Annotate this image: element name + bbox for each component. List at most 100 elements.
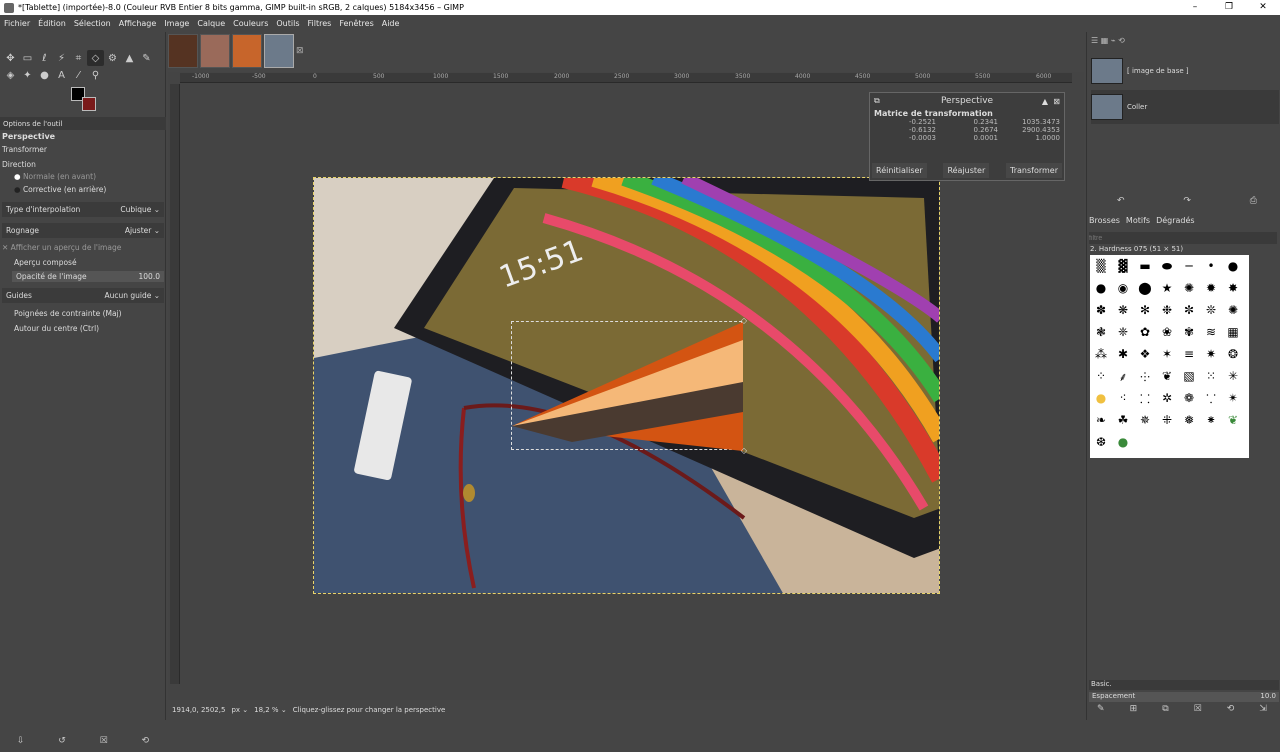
brush-item[interactable]: ✶ — [1156, 343, 1178, 365]
brush-item[interactable]: • — [1200, 255, 1222, 277]
brush-item[interactable]: ❈ — [1112, 321, 1134, 343]
image-tab-4[interactable] — [264, 34, 294, 68]
crop-select[interactable]: Rognage Ajuster ⌄ — [2, 223, 164, 238]
close-button[interactable]: ✕ — [1246, 0, 1280, 15]
composite-checkbox[interactable]: Aperçu composé — [14, 258, 77, 267]
ink-icon[interactable]: ● — [36, 67, 53, 83]
direction-normal-radio[interactable]: ● Normale (en avant) — [14, 172, 96, 181]
brush-item[interactable]: ✸ — [1222, 277, 1244, 299]
brush-item[interactable]: ≡ — [1178, 343, 1200, 365]
interpolation-select[interactable]: Type d'interpolation Cubique ⌄ — [2, 202, 164, 217]
menu-affichage[interactable]: Affichage — [115, 19, 161, 28]
brush-item[interactable]: ❋ — [1112, 299, 1134, 321]
color-picker-icon[interactable]: ⁄ — [70, 67, 87, 83]
delete-brush-icon[interactable]: ☒ — [1194, 704, 1202, 714]
brush-item[interactable]: ✴ — [1222, 387, 1244, 409]
brush-item[interactable]: ❦ — [1222, 409, 1244, 431]
close-tab-icon[interactable]: ⊠ — [296, 46, 304, 72]
brush-item[interactable]: ❊ — [1200, 299, 1222, 321]
brush-item[interactable]: ● — [1090, 277, 1112, 299]
constrain-checkbox[interactable]: Poignées de contrainte (Maj) — [14, 309, 122, 318]
brush-item[interactable]: ⁕ — [1200, 409, 1222, 431]
brush-item[interactable]: ▓ — [1112, 255, 1134, 277]
transform-button[interactable]: Transformer — [1005, 163, 1062, 178]
brush-item[interactable]: ⁜ — [1156, 409, 1178, 431]
perspective-preview[interactable]: ◇ ◇ — [511, 316, 747, 455]
brush-item[interactable]: ▒ — [1090, 255, 1112, 277]
crop-icon[interactable]: ⌗ — [70, 50, 87, 66]
brush-item[interactable]: ≋ — [1200, 321, 1222, 343]
close-icon[interactable]: ⊠ — [1053, 97, 1060, 106]
brush-item[interactable]: ☘ — [1112, 409, 1134, 431]
brush-item[interactable]: ⬤ — [1134, 277, 1156, 299]
pin-icon[interactable]: ▲ — [1042, 97, 1048, 106]
image-tab-2[interactable] — [200, 34, 230, 68]
eraser-icon[interactable]: ◈ — [2, 67, 19, 83]
layer-item[interactable]: Coller — [1091, 90, 1279, 124]
menu-calque[interactable]: Calque — [193, 19, 229, 28]
brush-item[interactable]: ⁘ — [1090, 365, 1112, 387]
duplicate-brush-icon[interactable]: ⧉ — [1162, 704, 1168, 714]
brush-item[interactable]: ❆ — [1090, 431, 1112, 453]
zoom-icon[interactable]: ⚲ — [87, 67, 104, 83]
move-tool-icon[interactable]: ✥ — [2, 50, 19, 66]
layers-tab-icons[interactable]: ☰ ▦ ⌁ ⟲ — [1091, 36, 1125, 45]
brush-item[interactable]: ⁖ — [1112, 387, 1134, 409]
brush-item[interactable]: ⸙ — [1112, 365, 1134, 387]
direction-corrective-radio[interactable]: ● Corrective (en arrière) — [14, 185, 106, 194]
brush-item[interactable]: ❅ — [1178, 409, 1200, 431]
menu-couleurs[interactable]: Couleurs — [229, 19, 272, 28]
brush-icon[interactable]: ✎ — [138, 50, 155, 66]
brush-item[interactable]: ❦ — [1156, 365, 1178, 387]
brush-item[interactable]: ● — [1112, 431, 1134, 453]
delete-options-icon[interactable]: ☒ — [100, 736, 108, 746]
brush-item[interactable]: ✻ — [1134, 299, 1156, 321]
minimize-button[interactable]: – — [1178, 0, 1212, 15]
new-brush-icon[interactable]: ⊞ — [1130, 704, 1138, 714]
spacing-slider[interactable]: Espacement 10.0 — [1089, 692, 1279, 702]
brush-item[interactable]: ✳ — [1222, 365, 1244, 387]
brush-item[interactable]: ❁ — [1178, 387, 1200, 409]
redo-icon[interactable]: ↷ — [1183, 196, 1191, 206]
brush-grid[interactable]: ▒ ▓ ▬ ⬬ ─ • ● ● ◉ ⬤ ★ ✺ ✹ ✸ ✽ ❋ ✻ ❉ ✼ ❊ ✺ ❃ ❈ ✿ ❀ ✾ ≋ ▦ ⁂ ✱ ❖ ✶ ≡ ✷ ❂ … — [1090, 255, 1249, 458]
tab-brushes[interactable]: Brosses — [1089, 216, 1120, 225]
reset-button[interactable]: Réinitialiser — [872, 163, 927, 178]
brush-item[interactable]: ● — [1090, 387, 1112, 409]
brush-item[interactable]: ❖ — [1134, 343, 1156, 365]
zoom-select[interactable]: 18,2 % ⌄ — [254, 706, 287, 714]
brush-item[interactable]: ⁂ — [1090, 343, 1112, 365]
brush-item[interactable]: ⁙ — [1200, 365, 1222, 387]
restore-options-icon[interactable]: ↺ — [58, 736, 66, 746]
rect-select-icon[interactable]: ▭ — [19, 50, 36, 66]
lasso-icon[interactable]: ℓ — [36, 50, 53, 66]
layer-item[interactable]: [ image de base ] — [1091, 54, 1279, 88]
brush-item[interactable]: ❀ — [1156, 321, 1178, 343]
brush-item[interactable]: ─ — [1178, 255, 1200, 277]
show-preview-checkbox[interactable]: ✕ Afficher un aperçu de l'image — [2, 243, 121, 252]
tab-patterns[interactable]: Motifs — [1126, 216, 1150, 225]
tool-options-tab[interactable]: Options de l'outil — [0, 117, 166, 130]
image-tab-1[interactable] — [168, 34, 198, 68]
brush-item[interactable]: ▦ — [1222, 321, 1244, 343]
brush-item[interactable]: ✽ — [1090, 299, 1112, 321]
menu-edition[interactable]: Édition — [34, 19, 70, 28]
undo-icon[interactable]: ↶ — [1117, 196, 1125, 206]
brush-item[interactable]: ◉ — [1112, 277, 1134, 299]
menu-image[interactable]: Image — [160, 19, 193, 28]
brush-item[interactable]: ▧ — [1178, 365, 1200, 387]
guides-select[interactable]: Guides Aucun guide ⌄ — [2, 288, 164, 303]
airbrush-icon[interactable]: ✦ — [19, 67, 36, 83]
perspective-tool-icon[interactable]: ◇ — [87, 50, 104, 66]
readjust-button[interactable]: Réajuster — [943, 163, 990, 178]
refresh-brushes-icon[interactable]: ⟲ — [1227, 704, 1235, 714]
brush-item[interactable]: ✾ — [1178, 321, 1200, 343]
opacity-slider[interactable]: Opacité de l'image 100.0 — [12, 271, 164, 282]
menu-aide[interactable]: Aide — [378, 19, 404, 28]
brush-item[interactable]: ⸭ — [1134, 365, 1156, 387]
bucket-icon[interactable]: ▲ — [121, 50, 138, 66]
text-tool-icon[interactable]: A — [53, 67, 70, 83]
fuzzy-select-icon[interactable]: ⚡ — [53, 50, 70, 66]
brush-item[interactable]: ● — [1222, 255, 1244, 277]
brush-item[interactable]: ❉ — [1156, 299, 1178, 321]
brush-item[interactable]: ✹ — [1200, 277, 1222, 299]
